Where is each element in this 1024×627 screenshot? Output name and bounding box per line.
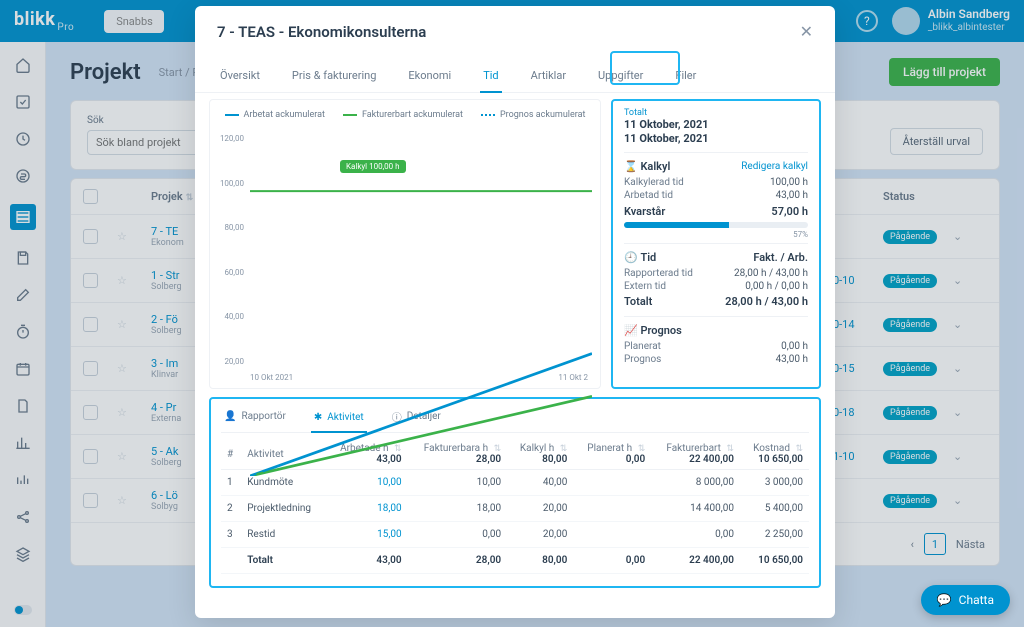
progress-bar xyxy=(624,222,808,228)
chart-card: Arbetat ackumulerat Fakturerbart ackumul… xyxy=(209,99,601,389)
project-modal: 7 - TEAS - Ekonomikonsulterna ✕ Översikt… xyxy=(195,6,835,618)
tab-ekonomi[interactable]: Ekonomi xyxy=(405,61,454,92)
chat-icon: 💬 xyxy=(937,593,952,607)
close-icon[interactable]: ✕ xyxy=(800,22,813,41)
tab-filer[interactable]: Filer xyxy=(672,61,699,92)
activity-row[interactable]: 2Projektledning18,0018,0020,0014 400,005… xyxy=(221,496,809,522)
clock-small-icon: 🕘 xyxy=(624,251,638,264)
tab-pris-fakturering[interactable]: Pris & fakturering xyxy=(289,61,379,92)
edit-kalkyl-link[interactable]: Redigera kalkyl xyxy=(741,161,808,172)
tab--versikt[interactable]: Översikt xyxy=(217,61,263,92)
rapportör-icon: 👤 xyxy=(224,411,236,422)
tab-tid[interactable]: Tid xyxy=(480,61,501,92)
modal-title: 7 - TEAS - Ekonomikonsulterna xyxy=(217,23,426,41)
tab-uppgifter[interactable]: Uppgifter xyxy=(595,61,646,92)
chart-annotation: Kalkyl 100,00 h xyxy=(340,160,406,173)
act-col[interactable]: # xyxy=(221,439,241,470)
act-col[interactable]: Kostnad ⇅10 650,00 xyxy=(740,439,809,470)
chart-plot xyxy=(250,134,592,476)
act-col[interactable]: Fakturerbart ⇅22 400,00 xyxy=(651,439,740,470)
modal-tabs: Översikt Pris & fakturering Ekonomi Tid Arti… xyxy=(195,61,835,93)
summary-card: Totalt 11 Oktober, 202111 Oktober, 2021 … xyxy=(611,99,821,389)
totalt-link[interactable]: Totalt xyxy=(624,108,808,118)
chart-legend: Arbetat ackumulerat Fakturerbart ackumul… xyxy=(212,110,598,120)
hourglass-icon: ⌛ xyxy=(624,160,638,173)
trend-icon: 📈 xyxy=(624,324,638,337)
tab-artiklar[interactable]: Artiklar xyxy=(528,61,569,92)
activity-total-row: Totalt43,0028,0080,000,0022 400,0010 650… xyxy=(221,548,809,574)
chat-button[interactable]: 💬Chatta xyxy=(921,585,1010,615)
activity-row[interactable]: 3Restid15,000,0020,000,002 250,00 xyxy=(221,522,809,548)
